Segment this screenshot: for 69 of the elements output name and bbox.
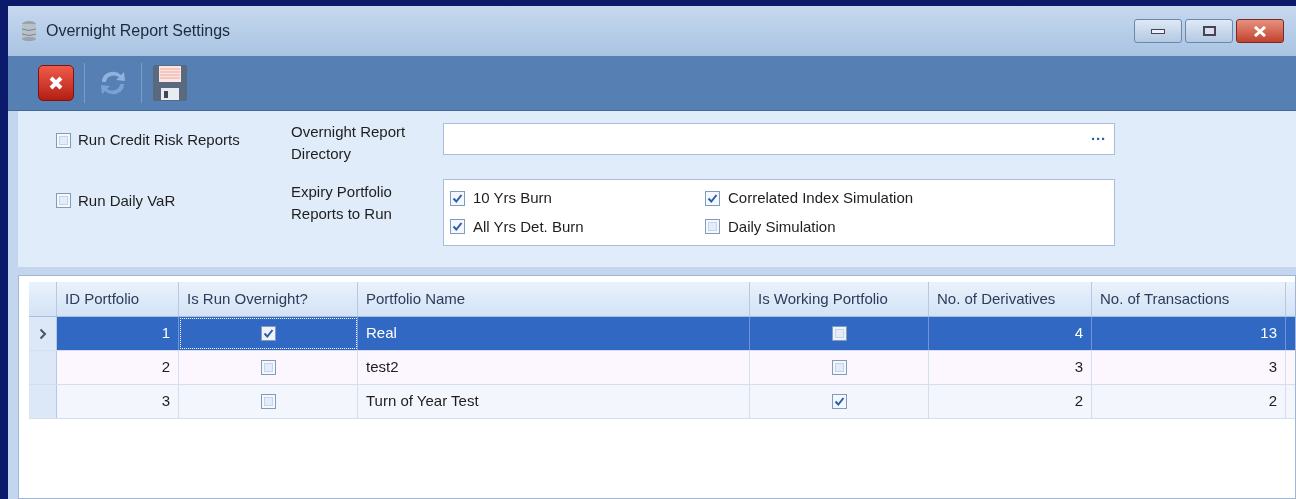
table-row[interactable]: 1 Real 4 13 bbox=[29, 317, 1295, 351]
table-cell: 1 bbox=[57, 317, 179, 350]
checkbox-inner-icon bbox=[59, 196, 68, 206]
table-cell: Turn of Year Test bbox=[358, 385, 750, 418]
minimize-button[interactable] bbox=[1134, 19, 1182, 43]
checkbox-inner-icon bbox=[834, 329, 844, 338]
column-header[interactable]: Portfolio Name bbox=[358, 282, 750, 316]
table-row[interactable]: 3 Turn of Year Test 2 2 bbox=[29, 385, 1295, 419]
checkbox-inner-icon bbox=[834, 363, 844, 372]
checkbox[interactable] bbox=[260, 326, 276, 341]
field-label: Overnight Report Directory bbox=[291, 122, 407, 164]
column-header[interactable]: Is Run Overnight? bbox=[179, 282, 358, 316]
checkbox-inner-icon bbox=[59, 135, 68, 145]
save-button[interactable] bbox=[152, 63, 188, 103]
checkbox-inner-icon bbox=[708, 222, 717, 232]
check-icon bbox=[452, 221, 463, 233]
check-icon bbox=[707, 192, 718, 204]
table-cell: 3 bbox=[929, 351, 1092, 384]
table-cell: 2 bbox=[1092, 385, 1286, 418]
report-label: Daily Simulation bbox=[728, 216, 836, 237]
close-button[interactable] bbox=[1236, 19, 1284, 43]
close-icon bbox=[1253, 25, 1267, 37]
checkbox[interactable] bbox=[260, 394, 276, 409]
browse-button[interactable]: ··· bbox=[1091, 127, 1106, 151]
row-header bbox=[29, 351, 57, 384]
option-label: Run Credit Risk Reports bbox=[78, 130, 240, 150]
maximize-icon bbox=[1202, 26, 1216, 36]
minimize-icon bbox=[1151, 28, 1165, 34]
table-cell: Real bbox=[358, 317, 750, 350]
report-label: All Yrs Det. Burn bbox=[473, 216, 584, 237]
checkbox[interactable] bbox=[56, 193, 71, 209]
checkbox-inner-icon bbox=[263, 363, 273, 372]
table-cell: 2 bbox=[929, 385, 1092, 418]
table-cell: 3 bbox=[57, 385, 179, 418]
checkbox[interactable] bbox=[260, 360, 276, 375]
column-header[interactable]: ID Portfolio bbox=[57, 282, 179, 316]
checkbox[interactable] bbox=[56, 132, 71, 148]
report-label: 10 Yrs Burn bbox=[473, 188, 552, 208]
checkbox[interactable] bbox=[705, 190, 720, 206]
table-row[interactable]: 2 test2 3 3 bbox=[29, 351, 1295, 385]
table-cell: 4 bbox=[929, 317, 1092, 350]
checkbox[interactable] bbox=[831, 394, 847, 409]
row-header bbox=[29, 385, 57, 418]
option-label: Run Daily VaR bbox=[78, 190, 176, 211]
checkbox[interactable] bbox=[831, 326, 847, 341]
column-header[interactable]: Is Working Portfolio bbox=[750, 282, 929, 316]
table-cell: test2 bbox=[358, 351, 750, 384]
report-label: Correlated Index Simulation bbox=[728, 188, 914, 208]
directory-field[interactable]: ··· bbox=[443, 123, 1115, 155]
check-icon bbox=[452, 192, 463, 204]
maximize-button[interactable] bbox=[1185, 19, 1233, 43]
cancel-button[interactable] bbox=[38, 65, 74, 101]
column-header[interactable]: No. of Transactions bbox=[1092, 282, 1286, 316]
check-icon bbox=[833, 396, 845, 407]
checkbox[interactable] bbox=[450, 219, 465, 235]
close-icon bbox=[48, 75, 64, 91]
checkbox-inner-icon bbox=[263, 397, 273, 406]
checkbox[interactable] bbox=[705, 219, 720, 235]
chevron-right-icon bbox=[38, 327, 47, 340]
database-icon bbox=[20, 20, 38, 42]
table-cell: 2 bbox=[57, 351, 179, 384]
table-cell: 3 bbox=[1092, 351, 1286, 384]
table-cell: 13 bbox=[1092, 317, 1286, 350]
window-title: Overnight Report Settings bbox=[46, 21, 231, 41]
field-label: Expiry Portfolio Reports to Run bbox=[291, 182, 393, 224]
column-header[interactable]: No. of Derivatives bbox=[929, 282, 1092, 316]
checkbox[interactable] bbox=[450, 190, 465, 206]
checkbox[interactable] bbox=[831, 360, 847, 375]
check-icon bbox=[262, 328, 274, 339]
